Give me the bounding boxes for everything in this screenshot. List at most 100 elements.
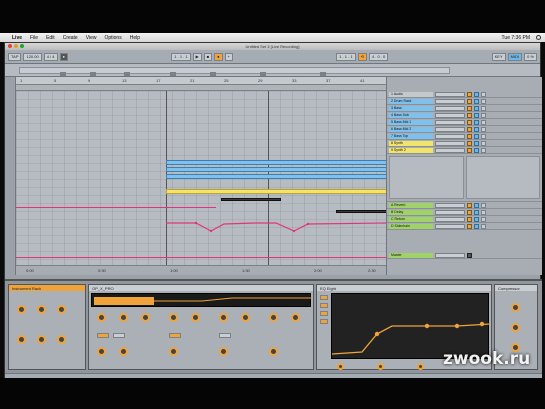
tempo-field[interactable]: 120.00	[23, 52, 42, 61]
freq-knob[interactable]	[337, 363, 344, 370]
track-row[interactable]: C Return	[387, 216, 542, 223]
loop-length-field[interactable]: 4 . 0 . 0	[368, 52, 389, 61]
band-button[interactable]	[320, 295, 328, 300]
input-chooser[interactable]	[435, 98, 465, 104]
osc-toggle-button[interactable]	[113, 333, 125, 338]
menu-options[interactable]: Options	[104, 35, 121, 41]
automation-line[interactable]	[16, 207, 166, 208]
arrangement-overview[interactable]	[5, 64, 540, 77]
mute-button[interactable]	[467, 126, 472, 132]
env-mode-button[interactable]	[219, 333, 231, 338]
oscillator-knob[interactable]	[119, 313, 128, 322]
solo-button[interactable]	[474, 105, 479, 111]
track-name[interactable]: D Sidechain	[389, 223, 433, 229]
mute-button[interactable]	[467, 119, 472, 125]
track-row[interactable]: 6 Bass Mid 2	[387, 126, 542, 133]
envelope-knob[interactable]	[219, 313, 228, 322]
automation-lanes[interactable]	[387, 154, 542, 202]
automation-line[interactable]	[166, 207, 216, 208]
overview-strip[interactable]	[19, 67, 450, 76]
track-row[interactable]: 8 Synth	[387, 140, 542, 147]
parameter-chooser[interactable]	[465, 156, 540, 199]
macro-knob[interactable]	[37, 305, 46, 314]
audio-clip[interactable]	[166, 174, 386, 179]
lfo-knob[interactable]	[291, 313, 300, 322]
gain-knob[interactable]	[377, 363, 384, 370]
key-map-button[interactable]: KEY	[491, 52, 506, 61]
track-name[interactable]: Master	[389, 252, 433, 258]
input-chooser[interactable]	[435, 209, 465, 215]
mute-button[interactable]	[467, 105, 472, 111]
track-row[interactable]: 9 Synth 2	[387, 147, 542, 154]
arm-button[interactable]	[481, 216, 486, 222]
track-name[interactable]: C Return	[389, 216, 433, 222]
amp-knob[interactable]	[119, 347, 128, 356]
track-name[interactable]: 3 Bass	[389, 105, 433, 111]
solo-button[interactable]	[474, 140, 479, 146]
arm-button[interactable]	[481, 112, 486, 118]
midi-note-block[interactable]	[221, 198, 281, 201]
track-row[interactable]: D Sidechain	[387, 223, 542, 230]
minimize-icon[interactable]	[14, 44, 18, 48]
time-signature-field[interactable]: 4 / 4	[43, 52, 58, 61]
arm-button[interactable]	[481, 202, 486, 208]
arm-button[interactable]	[481, 91, 486, 97]
arm-button[interactable]	[481, 209, 486, 215]
arm-button[interactable]	[481, 140, 486, 146]
macro-knob[interactable]	[17, 335, 26, 344]
macro-knob[interactable]	[37, 335, 46, 344]
instrument-rack-device[interactable]: Instrument Rack	[8, 284, 86, 370]
track-name[interactable]: B Delay	[389, 209, 433, 215]
track-name[interactable]: A Reverb	[389, 202, 433, 208]
device-title[interactable]: OP_X_PRO	[89, 285, 313, 291]
input-chooser[interactable]	[435, 91, 465, 97]
automation-line[interactable]	[16, 257, 386, 258]
macro-knob[interactable]	[57, 335, 66, 344]
menu-create[interactable]: Create	[63, 35, 78, 41]
track-row[interactable]: 5 Bass Mid 1	[387, 119, 542, 126]
audio-clip[interactable]	[166, 160, 386, 165]
menu-view[interactable]: View	[86, 35, 97, 41]
oscillator-knob[interactable]	[97, 313, 106, 322]
band-button[interactable]	[320, 311, 328, 316]
solo-button[interactable]	[474, 91, 479, 97]
mute-button[interactable]	[467, 91, 472, 97]
overdub-button[interactable]: +	[224, 52, 233, 61]
stop-button[interactable]: ■	[203, 52, 213, 61]
solo-button[interactable]	[474, 223, 479, 229]
input-chooser[interactable]	[435, 147, 465, 153]
track-row[interactable]: 3 Bass	[387, 105, 542, 112]
mod-knob[interactable]	[219, 347, 228, 356]
record-button[interactable]: ●	[214, 52, 223, 61]
menu-edit[interactable]: Edit	[46, 35, 55, 41]
mute-button[interactable]	[467, 223, 472, 229]
solo-button[interactable]	[474, 98, 479, 104]
osc-toggle-button[interactable]	[97, 333, 109, 338]
track-name[interactable]: 6 Bass Mid 2	[389, 126, 433, 132]
play-button[interactable]: ▶	[192, 52, 202, 61]
input-chooser[interactable]	[435, 133, 465, 139]
band-button[interactable]	[320, 303, 328, 308]
arm-button[interactable]	[481, 133, 486, 139]
mute-button[interactable]	[467, 133, 472, 139]
track-row[interactable]: B Delay	[387, 209, 542, 216]
tap-button[interactable]: TAP	[8, 52, 22, 61]
input-chooser[interactable]	[435, 112, 465, 118]
metronome-button[interactable]: ●	[59, 52, 68, 61]
track-name[interactable]: 7 Bass Top	[389, 133, 433, 139]
device-title[interactable]: Instrument Rack	[9, 285, 85, 291]
mute-button[interactable]	[467, 202, 472, 208]
synth-device[interactable]: OP_X_PRO	[88, 284, 314, 370]
arm-button[interactable]	[481, 119, 486, 125]
zoom-icon[interactable]	[20, 44, 24, 48]
menu-live[interactable]: Live	[12, 35, 22, 41]
arrangement-view[interactable]: 1 5 9 13 17 21 25 29 33 37 41 0:00 0:30 …	[15, 77, 387, 275]
midi-clip[interactable]	[166, 189, 386, 194]
lfo-knob[interactable]	[269, 313, 278, 322]
solo-button[interactable]	[474, 133, 479, 139]
solo-button[interactable]	[474, 119, 479, 125]
midi-map-button[interactable]: MIDI	[507, 52, 523, 61]
mute-button[interactable]	[467, 147, 472, 153]
solo-button[interactable]	[474, 216, 479, 222]
threshold-knob[interactable]	[511, 303, 520, 312]
